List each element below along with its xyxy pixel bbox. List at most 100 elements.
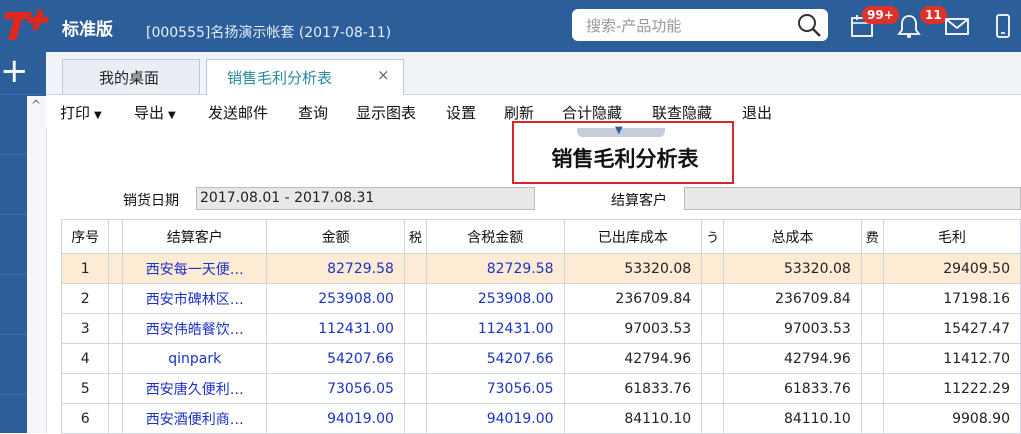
row-customer-link[interactable]: 西安酒便利商… xyxy=(122,403,268,434)
table-row[interactable]: 5 西安唐久便利… 73056.05 73056.05 61833.76 61833.76… xyxy=(60,373,1021,404)
row-spacer xyxy=(108,253,124,284)
row-spacer xyxy=(108,403,124,434)
close-icon[interactable]: × xyxy=(377,66,390,84)
query-button[interactable]: 查询 xyxy=(298,102,328,123)
search-icon[interactable] xyxy=(796,12,822,38)
row-index: 5 xyxy=(60,373,110,404)
mobile-icon[interactable] xyxy=(990,13,1016,39)
col-clipped-fee[interactable]: 费 xyxy=(860,219,884,254)
row-spacer xyxy=(860,313,884,344)
highlight-box xyxy=(512,121,734,184)
row-spacer xyxy=(860,283,884,314)
row-tax-amount-link[interactable]: 54207.66 xyxy=(425,343,565,374)
hide-total-button[interactable]: 合计隐藏 xyxy=(562,102,622,123)
table-row[interactable]: 4 qinpark 54207.66 54207.66 42794.96 42794.96… xyxy=(60,343,1021,374)
row-spacer xyxy=(860,253,884,284)
row-tax-amount-link[interactable]: 253908.00 xyxy=(425,283,565,314)
row-spacer xyxy=(108,343,124,374)
plus-icon[interactable]: + xyxy=(0,53,29,93)
tplus-logo xyxy=(4,10,49,40)
date-field[interactable]: 2017.08.01 - 2017.08.31 xyxy=(196,187,535,210)
search-box[interactable]: 搜索-产品功能 xyxy=(572,9,828,41)
row-amount-link[interactable]: 112431.00 xyxy=(266,313,405,344)
hide-linked-button[interactable]: 联查隐藏 xyxy=(652,102,712,123)
row-tax-amount-link[interactable]: 82729.58 xyxy=(425,253,565,284)
send-mail-button[interactable]: 发送邮件 xyxy=(208,102,268,123)
table-row[interactable]: 6 西安酒便利商… 94019.00 94019.00 84110.10 84110.10… xyxy=(60,403,1021,434)
row-customer-link[interactable]: 西安每一天便… xyxy=(122,253,268,284)
row-amount-link[interactable]: 253908.00 xyxy=(266,283,405,314)
row-tax-amount-link[interactable]: 112431.00 xyxy=(425,313,565,344)
col-gross-profit[interactable]: 毛利 xyxy=(882,219,1021,254)
table-row[interactable]: 3 西安伟皓餐饮… 112431.00 112431.00 97003.53 97003.… xyxy=(60,313,1021,344)
customer-field[interactable] xyxy=(684,187,1021,210)
table-row[interactable]: 1 西安每一天便… 82729.58 82729.58 53320.08 53320.08… xyxy=(60,253,1021,284)
row-gross-profit: 17198.16 xyxy=(882,283,1021,314)
row-index: 1 xyxy=(60,253,110,284)
row-total-cost: 53320.08 xyxy=(723,253,862,284)
table-row[interactable]: 2 西安市碑林区… 253908.00 253908.00 236709.84 23670… xyxy=(60,283,1021,314)
row-spacer xyxy=(860,343,884,374)
row-spacer xyxy=(701,403,725,434)
row-total-cost: 42794.96 xyxy=(723,343,862,374)
show-chart-button[interactable]: 显示图表 xyxy=(356,102,416,123)
row-tax-amount-link[interactable]: 73056.05 xyxy=(425,373,565,404)
row-customer-link[interactable]: 西安伟皓餐饮… xyxy=(122,313,268,344)
row-spacer xyxy=(701,343,725,374)
col-spacer xyxy=(108,219,124,254)
row-shipped-cost: 61833.76 xyxy=(563,373,703,404)
tab-my-desktop[interactable]: 我的桌面 xyxy=(62,59,200,94)
exit-button[interactable]: 退出 xyxy=(742,102,772,123)
row-amount-link[interactable]: 54207.66 xyxy=(266,343,405,374)
row-total-cost: 97003.53 xyxy=(723,313,862,344)
row-customer-link[interactable]: 西安市碑林区… xyxy=(122,283,268,314)
refresh-button[interactable]: 刷新 xyxy=(504,102,534,123)
search-input[interactable]: 搜索-产品功能 xyxy=(586,15,681,36)
col-clipped[interactable]: う xyxy=(701,219,725,254)
chevron-up-icon[interactable]: ^ xyxy=(31,98,41,112)
row-gross-profit: 11412.70 xyxy=(882,343,1021,374)
row-customer-link[interactable]: qinpark xyxy=(122,343,268,374)
print-button[interactable]: 打印 ▼ xyxy=(60,102,102,123)
export-button[interactable]: 导出 ▼ xyxy=(134,102,176,123)
row-shipped-cost: 53320.08 xyxy=(563,253,703,284)
col-tax-amount[interactable]: 含税金额 xyxy=(425,219,565,254)
row-total-cost: 236709.84 xyxy=(723,283,862,314)
row-amount-link[interactable]: 73056.05 xyxy=(266,373,405,404)
row-shipped-cost: 42794.96 xyxy=(563,343,703,374)
tab-strip: 我的桌面 销售毛利分析表 × xyxy=(46,52,1021,95)
row-gross-profit: 15427.47 xyxy=(882,313,1021,344)
nav-divider xyxy=(0,94,46,95)
export-label: 导出 xyxy=(134,104,165,122)
row-customer-link[interactable]: 西安唐久便利… xyxy=(122,373,268,404)
row-spacer xyxy=(403,253,427,284)
col-index[interactable]: 序号 xyxy=(60,219,110,254)
scrollbar[interactable]: ^ xyxy=(27,96,47,433)
row-total-cost: 61833.76 xyxy=(723,373,862,404)
row-index: 2 xyxy=(60,283,110,314)
col-total-cost[interactable]: 总成本 xyxy=(723,219,862,254)
date-label: 销货日期 xyxy=(123,193,179,209)
row-tax-amount-link[interactable]: 94019.00 xyxy=(425,403,565,434)
row-amount-link[interactable]: 94019.00 xyxy=(266,403,405,434)
mail-icon[interactable] xyxy=(944,13,970,39)
settings-button[interactable]: 设置 xyxy=(446,102,476,123)
row-shipped-cost: 84110.10 xyxy=(563,403,703,434)
bell-icon[interactable] xyxy=(896,13,922,39)
top-bar: 标准版 [000555]名扬演示帐套 (2017-08-11) 搜索-产品功能 … xyxy=(0,0,1021,52)
tab-sales-gross-profit[interactable]: 销售毛利分析表 × xyxy=(206,59,404,95)
row-amount-link[interactable]: 82729.58 xyxy=(266,253,405,284)
row-spacer xyxy=(403,283,427,314)
row-spacer xyxy=(403,313,427,344)
col-customer[interactable]: 结算客户 xyxy=(122,219,268,254)
row-gross-profit: 29409.50 xyxy=(882,253,1021,284)
edition-label: 标准版 xyxy=(62,20,113,40)
col-amount[interactable]: 金额 xyxy=(266,219,405,254)
row-gross-profit: 11222.29 xyxy=(882,373,1021,404)
row-spacer xyxy=(701,253,725,284)
caret-down-icon: ▼ xyxy=(168,110,176,121)
row-spacer xyxy=(108,283,124,314)
col-clipped-tax[interactable]: 税 xyxy=(403,219,427,254)
col-shipped-cost[interactable]: 已出库成本 xyxy=(563,219,703,254)
tab-label: 我的桌面 xyxy=(99,69,160,87)
